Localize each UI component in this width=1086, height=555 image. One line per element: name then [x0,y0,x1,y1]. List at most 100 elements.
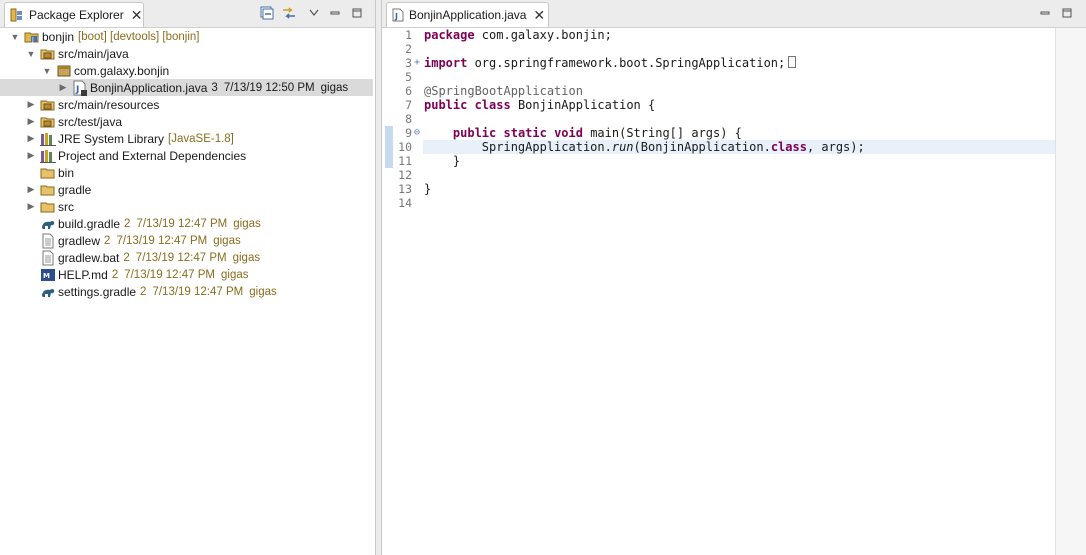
tree-item-decoration: [boot] [devtools] [bonjin] [78,30,200,43]
overview-ruler[interactable] [1055,28,1086,555]
collapsed-twisty-icon[interactable]: ▶ [26,99,36,110]
tab-package-explorer[interactable]: Package Explorer ✕ [4,2,144,27]
tree-item-decoration: 2 7/13/19 12:47 PM gigas [124,218,261,230]
code-line[interactable]: 8 [382,112,1056,126]
tree-row[interactable]: gradlew.bat 2 7/13/19 12:47 PM gigas [0,249,375,266]
code-text: public static void main(String[] args) { [423,126,1056,140]
maximize-icon[interactable] [1058,4,1076,22]
tree-row[interactable]: ▶ src/test/java [0,113,375,130]
collapsed-twisty-icon[interactable]: ▶ [26,201,36,212]
code-text: SpringApplication.run(BonjinApplication.… [423,140,1056,154]
code-token: (BonjinApplication. [633,140,771,154]
revision-number: 2 [124,217,131,230]
text-file-icon [40,250,56,266]
code-line[interactable]: 14 [382,196,1056,210]
keyword-token: void [546,126,583,140]
author-name: gigas [320,81,349,94]
expand-fold-icon[interactable]: + [412,56,422,70]
collapse-fold-icon[interactable]: ⊖ [412,126,422,140]
collapsed-twisty-icon[interactable]: ▶ [26,133,36,144]
java-file-icon: J [392,8,404,22]
code-area[interactable]: 1 package com.galaxy.bonjin; 2 3 + import org… [382,28,1056,555]
code-line[interactable]: 6 @SpringBootApplication [382,84,1056,98]
tree-item-label: HELP.md [58,267,108,282]
line-number: 13 [398,182,412,196]
keyword-token: class [770,140,807,154]
minimize-icon[interactable] [326,4,344,22]
line-number: 6 [405,84,412,98]
folded-region-marker[interactable] [788,56,797,68]
collapse-all-icon[interactable] [258,4,276,22]
minimize-icon[interactable] [1036,4,1054,22]
tab-bonjin-application[interactable]: J BonjinApplication.java ✕ [386,2,549,27]
code-line[interactable]: 12 [382,168,1056,182]
code-token: SpringApplication. [424,140,612,154]
tree-row[interactable]: settings.gradle 2 7/13/19 12:47 PM gigas [0,283,375,300]
collapsed-twisty-icon[interactable]: ▶ [26,150,36,161]
editor-header: J BonjinApplication.java ✕ [382,0,1086,28]
line-number: 12 [398,168,412,182]
tree-row[interactable]: M HELP.md 2 7/13/19 12:47 PM gigas [0,266,375,283]
code-line[interactable]: 13} [382,182,1056,196]
tree-item-label: gradle [58,182,92,197]
close-icon[interactable]: ✕ [533,8,545,22]
code-line[interactable]: 2 [382,42,1056,56]
author-name: gigas [232,251,261,264]
gradle-file-icon [40,284,56,300]
tree-row[interactable]: ▶ src [0,198,375,215]
code-line[interactable]: 1 package com.galaxy.bonjin; [382,28,1056,42]
tree-row[interactable]: bin [0,164,375,181]
code-token: } [424,182,432,196]
tree-row[interactable]: ▶ src/main/resources [0,96,375,113]
folder-icon [40,165,56,181]
code-line[interactable]: 3 + import org.springframework.boot.Spring… [382,56,1056,70]
code-line[interactable]: 7 public class BonjinApplication { [382,98,1056,112]
folder-icon [40,182,56,198]
code-line[interactable]: 11 } [382,154,1056,168]
collapsed-twisty-icon[interactable]: ▶ [58,82,68,93]
tree-row[interactable]: ▼ src/main/java [0,45,375,62]
markdown-file-icon: M [40,267,56,283]
tree-row[interactable]: ▶ gradle [0,181,375,198]
code-line[interactable]: 10 SpringApplication.run(BonjinApplicati… [382,140,1056,154]
maximize-icon[interactable] [348,4,366,22]
code-text: } [423,182,1056,196]
tree-item-label: settings.gradle [58,284,137,299]
svg-text:M: M [43,272,50,280]
close-icon[interactable]: ✕ [131,8,143,22]
tree-row[interactable]: ▼ Jbonjin [boot] [devtools] [bonjin] [0,28,375,45]
tree-row[interactable]: ▶ J BonjinApplication.java 3 7/13/19 12:50 P… [0,79,373,96]
line-number: 7 [405,98,412,112]
view-menu-icon[interactable] [305,4,323,22]
tree-row[interactable]: ▶ Project and External Dependencies [0,147,375,164]
code-line[interactable]: 5 [382,70,1056,84]
keyword-token: static [496,126,547,140]
keyword-token: public [452,126,497,140]
tree-row[interactable]: ▼ com.galaxy.bonjin [0,62,375,79]
svg-text:J: J [394,12,398,21]
expanded-twisty-icon[interactable]: ▼ [26,49,36,59]
collapsed-twisty-icon[interactable]: ▶ [26,116,36,127]
link-with-editor-icon[interactable] [280,4,298,22]
code-line[interactable]: 9 ⊖ public static void main(String[] args… [382,126,1056,140]
tree-item-decoration: 2 7/13/19 12:47 PM gigas [123,252,260,264]
line-number: 8 [405,112,412,126]
gradle-file-icon [40,216,56,232]
code-text: } [423,154,1056,168]
expanded-twisty-icon[interactable]: ▼ [42,66,52,76]
collapsed-twisty-icon[interactable]: ▶ [26,184,36,195]
tree-item-label: src/main/resources [58,97,160,112]
line-number: 5 [405,70,412,84]
tree-row[interactable]: build.gradle 2 7/13/19 12:47 PM gigas [0,215,375,232]
modified-date: 7/13/19 12:47 PM [152,285,244,298]
expanded-twisty-icon[interactable]: ▼ [10,32,20,42]
author-name: gigas [213,234,241,247]
text-file-icon [40,233,56,249]
tree-item-label: com.galaxy.bonjin [74,63,170,78]
tree-row[interactable]: ▶ JRE System Library [JavaSE-1.8] [0,130,375,147]
tree-row[interactable]: gradlew 2 7/13/19 12:47 PM gigas [0,232,375,249]
svg-text:J: J [31,36,34,43]
